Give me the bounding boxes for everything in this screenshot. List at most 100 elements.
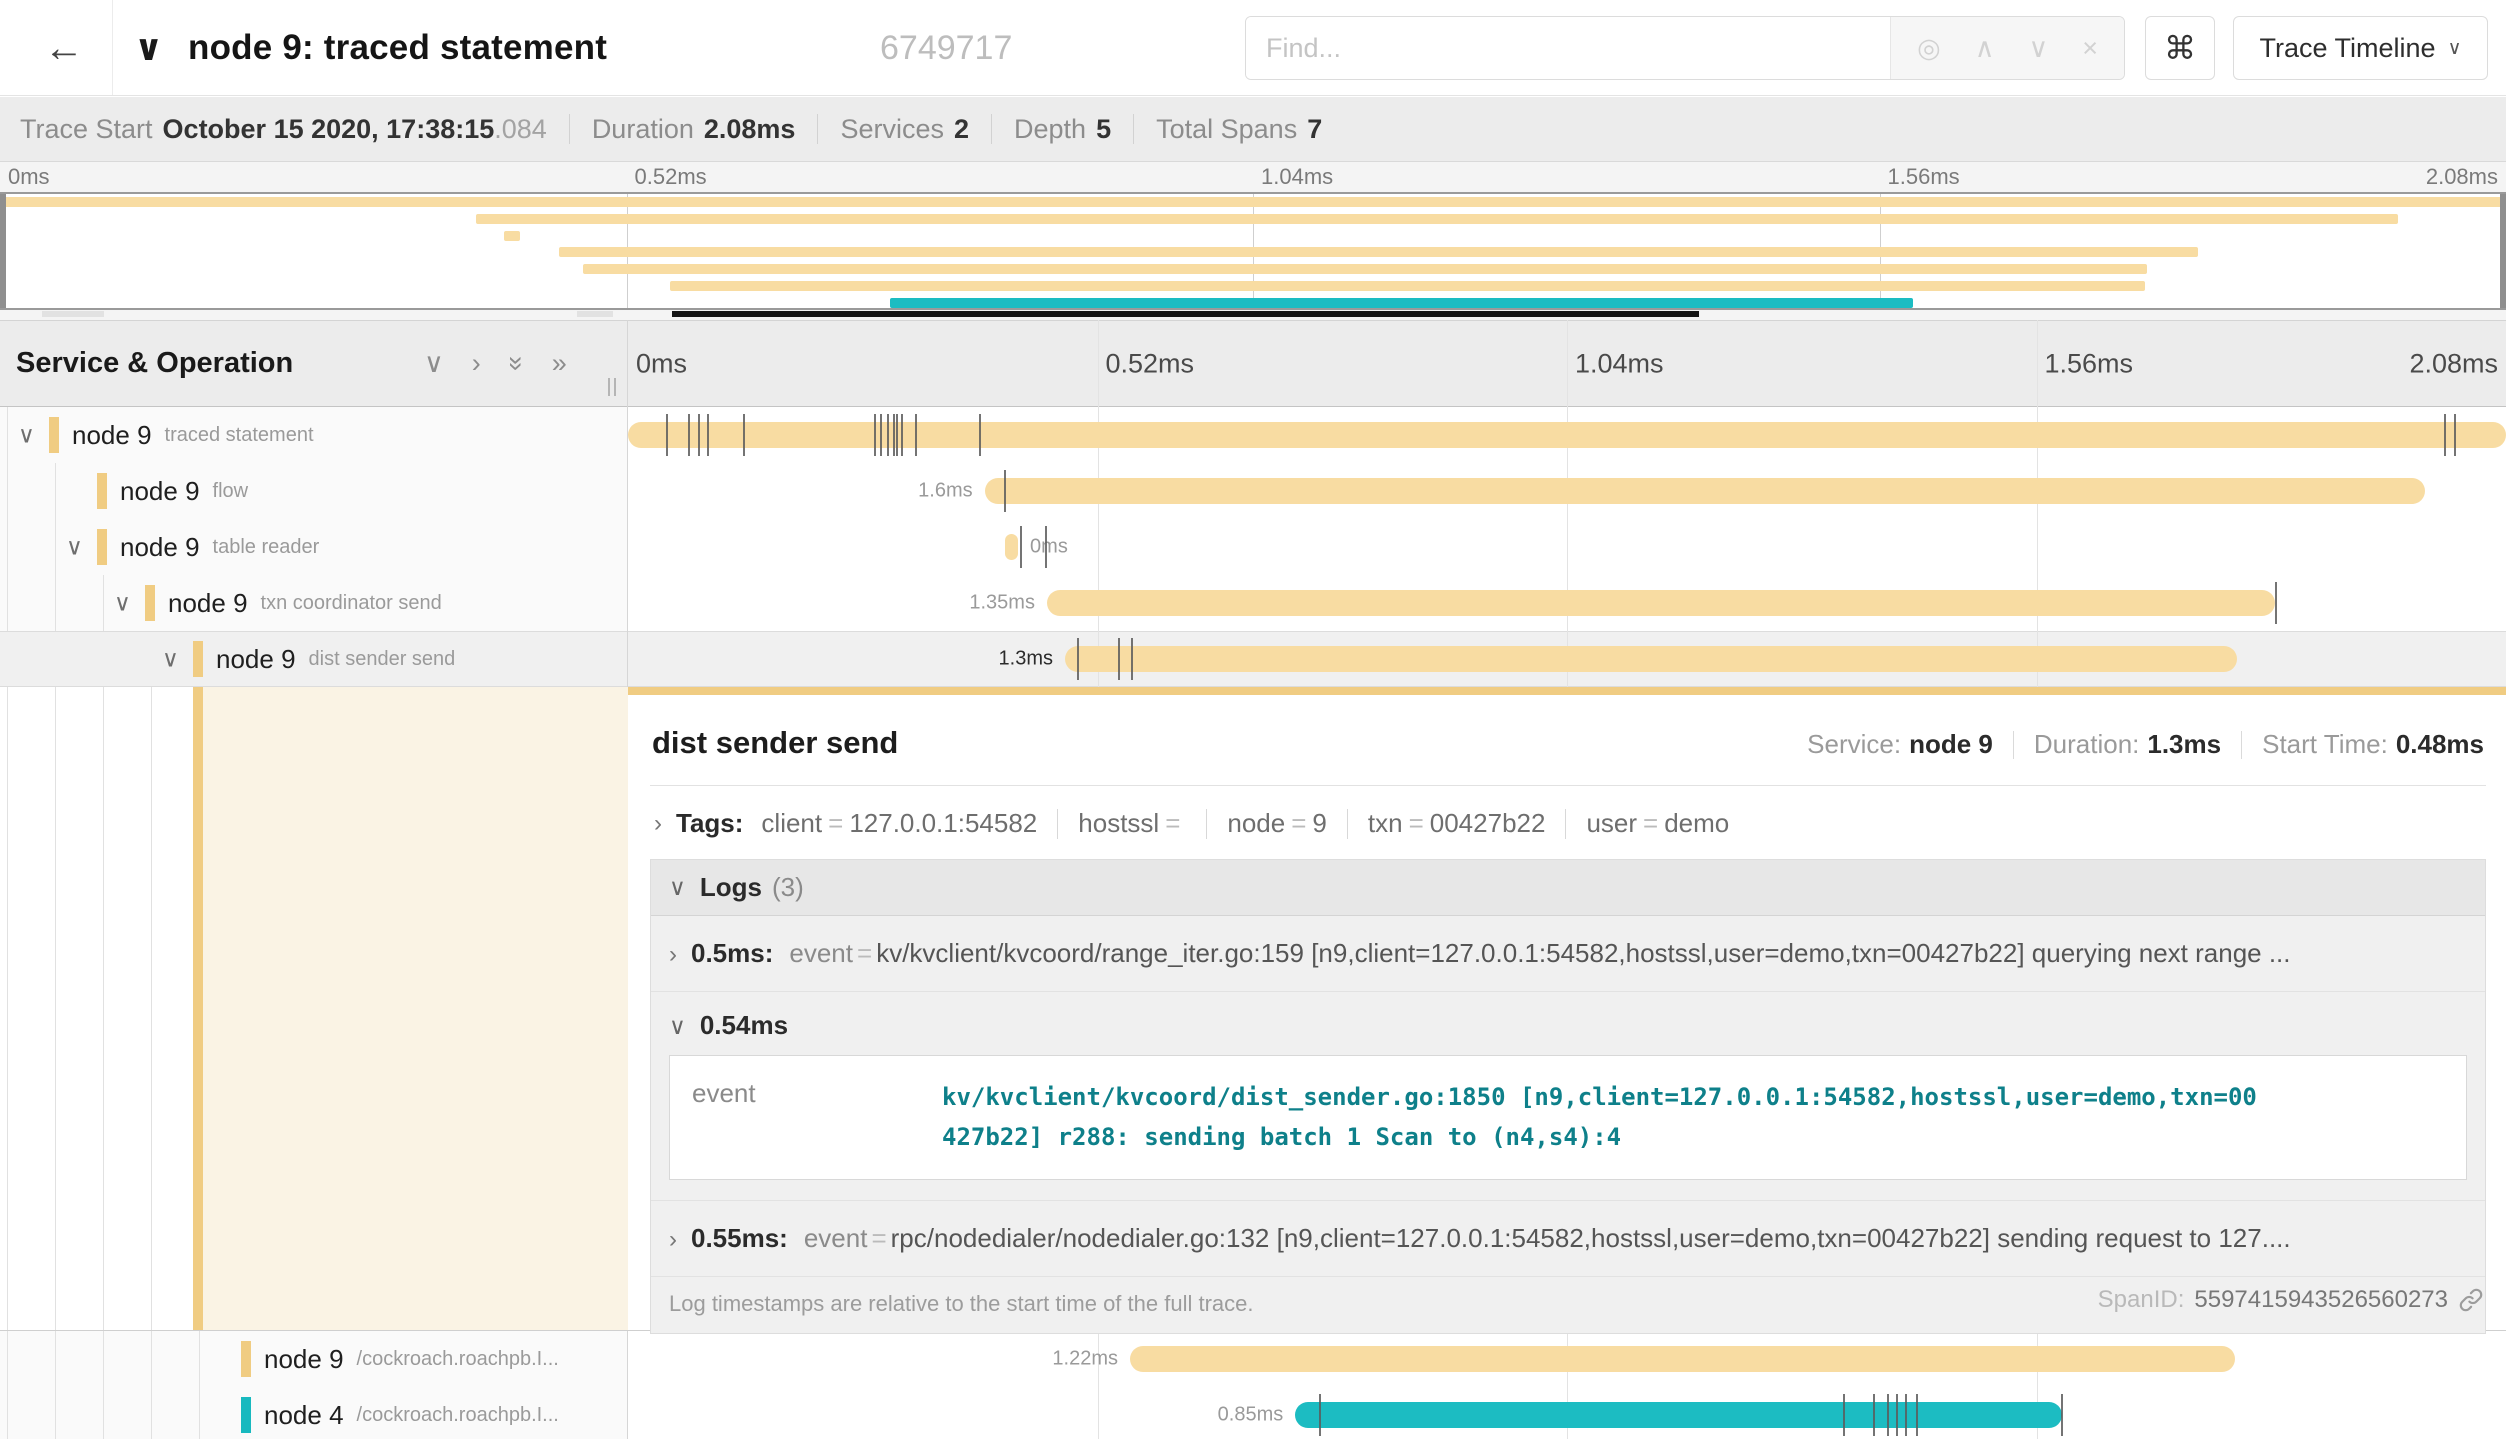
span-row[interactable]: ∨ node 9traced statement [0, 407, 2506, 463]
span-duration-bar[interactable] [628, 422, 2506, 448]
log-entry-header[interactable]: ∨0.54ms [651, 992, 2485, 1055]
depth-value: 5 [1096, 114, 1111, 145]
operation-name: txn coordinator send [261, 592, 442, 615]
minimap-span-bar [0, 197, 2506, 207]
find-input[interactable] [1246, 17, 1890, 79]
log-marker-tick [1873, 1394, 1875, 1436]
collapse-children-icon[interactable]: ∨ [18, 422, 35, 449]
collapse-all-icon[interactable]: » [501, 356, 532, 371]
operation-name: /cockroach.roachpb.I... [357, 1404, 559, 1427]
minimap-span-bar [559, 247, 2198, 257]
log-field-name: event [692, 1078, 942, 1157]
span-row[interactable]: node 9flow1.6ms [0, 463, 2506, 519]
trace-id: 6749717 [880, 0, 1012, 96]
trace-timeline-page: ← ∨ node 9: traced statement 6749717 ◎ ∧… [0, 0, 2506, 1439]
logs-count: (3) [772, 872, 804, 903]
span-duration-value: 1.3ms [2147, 729, 2221, 760]
tag-key: user [1586, 808, 1637, 838]
log-marker-tick [1916, 1394, 1918, 1436]
log-timestamp: 0.5ms: [691, 938, 773, 969]
page-header: ← ∨ node 9: traced statement 6749717 ◎ ∧… [0, 0, 2506, 96]
tag-separator [1206, 809, 1207, 839]
minimap-span-bar [476, 214, 2398, 224]
prev-match-icon[interactable]: ∧ [1975, 33, 1995, 64]
find-bar: ◎ ∧ ∨ × [1245, 16, 2125, 80]
ruler-label: 0.52ms [1106, 348, 1195, 379]
locate-icon[interactable]: ◎ [1917, 33, 1941, 64]
span-duration-bar[interactable] [1005, 534, 1018, 560]
span-name: node 9/cockroach.roachpb.I... [264, 1331, 559, 1387]
expand-all-icon[interactable]: » [552, 348, 567, 379]
tags-row[interactable]: › Tags: client=127.0.0.1:54582hostssl=no… [628, 786, 2506, 839]
collapse-children-icon[interactable]: ∨ [162, 646, 179, 673]
tag-equals: = [1165, 808, 1180, 838]
log-marker-tick [887, 414, 889, 456]
copy-link-icon[interactable] [2458, 1287, 2484, 1313]
span-row[interactable]: ∨node 9dist sender send1.3ms [0, 631, 2506, 687]
collapse-one-icon[interactable]: ∨ [424, 348, 444, 379]
tag-pair: txn=00427b22 [1368, 808, 1546, 839]
expand-one-icon[interactable]: › [472, 348, 481, 379]
log-marker-tick [688, 414, 690, 456]
log-timestamp: 0.54ms [700, 1010, 788, 1041]
span-duration-bar[interactable] [1295, 1402, 2062, 1428]
span-row[interactable]: node 9/cockroach.roachpb.I...1.22ms [0, 1331, 2506, 1387]
logs-section: ∨ Logs (3) ›0.5ms:event=kv/kvclient/kvco… [650, 859, 2486, 1334]
span-duration-bar[interactable] [1065, 646, 2237, 672]
indent-guide [55, 463, 56, 519]
log-field-name: event [804, 1223, 868, 1254]
span-row[interactable]: ∨node 9txn coordinator send1.35ms [0, 575, 2506, 631]
log-marker-tick [707, 414, 709, 456]
minimap-canvas[interactable] [0, 192, 2506, 310]
command-icon: ⌘ [2164, 29, 2196, 67]
log-marker-tick [1020, 526, 1022, 568]
log-marker-tick [1896, 1394, 1898, 1436]
log-entry-collapsed[interactable]: ›0.5ms:event=kv/kvclient/kvcoord/range_i… [651, 916, 2485, 991]
logs-label: Logs [700, 872, 762, 903]
log-marker-tick [666, 414, 668, 456]
span-duration-bar[interactable] [1130, 1346, 2235, 1372]
view-selector-button[interactable]: Trace Timeline ∨ [2233, 16, 2488, 80]
minimap-axis-label: 1.56ms [1888, 164, 1960, 190]
logs-body: ›0.5ms:event=kv/kvclient/kvcoord/range_i… [651, 916, 2485, 1276]
tag-equals: = [1409, 808, 1424, 838]
keyboard-shortcuts-button[interactable]: ⌘ [2145, 16, 2215, 80]
log-marker-tick [1077, 638, 1079, 680]
service-value: node 9 [1909, 729, 1993, 760]
span-detail-indent [0, 687, 628, 1331]
log-entry-expanded: ∨0.54mseventkv/kvclient/kvcoord/dist_sen… [651, 991, 2485, 1180]
back-button[interactable]: ← [18, 0, 110, 96]
span-duration-bar[interactable] [985, 478, 2425, 504]
logs-header[interactable]: ∨ Logs (3) [651, 860, 2485, 916]
tag-value: 9 [1312, 808, 1326, 838]
timeline-ruler: 0ms0.52ms1.04ms1.56ms2.08ms [628, 321, 2506, 406]
log-timestamp: 0.55ms: [691, 1223, 788, 1254]
span-color-bar [49, 417, 59, 453]
clear-find-icon[interactable]: × [2082, 33, 2098, 64]
span-row[interactable]: node 4/cockroach.roachpb.I...0.85ms [0, 1387, 2506, 1439]
span-duration-label: 0.85ms [1218, 1404, 1284, 1427]
column-resize-grip[interactable] [608, 378, 616, 396]
minimap-right-handle[interactable] [2500, 194, 2506, 308]
tag-equals: = [828, 808, 843, 838]
collapse-children-icon[interactable]: ∨ [114, 590, 131, 617]
tag-pair: node=9 [1227, 808, 1327, 839]
chevron-down-icon: ∨ [669, 874, 686, 901]
minimap-scroll-indicator[interactable] [672, 311, 1699, 317]
minimap-left-handle[interactable] [0, 194, 6, 308]
log-marker-tick [915, 414, 917, 456]
trace-start-fraction: .084 [494, 114, 547, 145]
span-name: node 9traced statement [72, 407, 314, 463]
span-row[interactable]: ∨node 9table reader0ms [0, 519, 2506, 575]
back-arrow-icon: ← [44, 26, 84, 71]
log-entry-collapsed[interactable]: ›0.55ms:event=rpc/nodedialer/nodedialer.… [651, 1200, 2485, 1276]
log-marker-tick [979, 414, 981, 456]
log-marker-tick [743, 414, 745, 456]
collapse-trace-chevron[interactable]: ∨ [134, 0, 163, 96]
span-duration-bar[interactable] [1047, 590, 2275, 616]
indent-guide [199, 1331, 200, 1387]
log-marker-tick [2061, 1394, 2063, 1436]
collapse-children-icon[interactable]: ∨ [66, 534, 83, 561]
indent-guide [55, 1387, 56, 1439]
next-match-icon[interactable]: ∨ [2028, 33, 2048, 64]
